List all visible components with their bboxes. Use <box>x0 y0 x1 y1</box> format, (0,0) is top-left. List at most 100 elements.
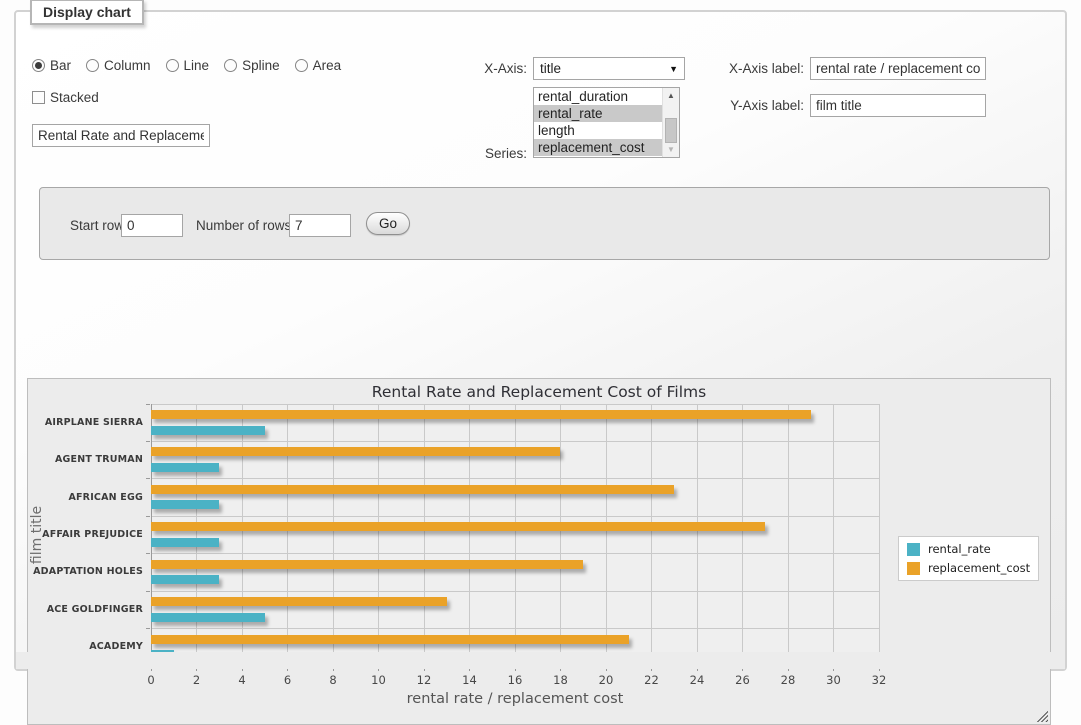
legend-label-rental_rate: rental_rate <box>928 542 991 556</box>
series-options: rental_durationrental_ratelengthreplacem… <box>534 88 662 156</box>
gridline-v <box>651 404 652 666</box>
gridline-v <box>378 404 379 666</box>
start-row-label: Start row: <box>70 218 128 233</box>
x-tick-label: 26 <box>723 673 763 687</box>
gridline-v <box>560 404 561 666</box>
bar-rental_rate <box>151 575 219 584</box>
stacked-row: Stacked <box>32 90 99 105</box>
radio-bar[interactable] <box>32 59 45 72</box>
resize-handle-icon[interactable] <box>1036 710 1048 722</box>
gridline-v <box>469 404 470 666</box>
bar-rental_rate <box>151 463 219 472</box>
x-tick-label: 10 <box>359 673 399 687</box>
y-axis-tick <box>146 404 150 405</box>
radio-label-column: Column <box>104 58 151 73</box>
number-of-rows-input[interactable] <box>289 214 351 237</box>
x-tick-label: 16 <box>495 673 535 687</box>
series-listbox[interactable]: rental_durationrental_ratelengthreplacem… <box>533 87 680 158</box>
gridline-h <box>151 553 879 554</box>
scroll-up-icon[interactable]: ▲ <box>663 88 679 103</box>
x-axis-select-label: X-Axis: <box>436 61 527 76</box>
category-label: AIRPLANE SIERRA <box>31 417 143 428</box>
go-button[interactable]: Go <box>366 212 410 235</box>
x-tick-label: 28 <box>768 673 808 687</box>
bottom-strip <box>16 652 1065 669</box>
plot-area <box>151 404 879 666</box>
y-axis-label-label: Y-Axis label: <box>714 98 804 113</box>
gridline-h <box>151 404 879 405</box>
x-axis-label-input[interactable] <box>810 57 986 80</box>
x-tick-label: 18 <box>541 673 581 687</box>
gridline-h <box>151 478 879 479</box>
number-of-rows-label: Number of rows: <box>196 218 295 233</box>
x-tick-label: 24 <box>677 673 717 687</box>
chart-container: Rental Rate and Replacement Cost of Film… <box>27 378 1051 725</box>
radio-spline[interactable] <box>224 59 237 72</box>
bar-replacement_cost <box>151 597 447 606</box>
gridline-v <box>424 404 425 666</box>
x-axis-select[interactable]: title ▼ <box>533 57 685 80</box>
y-axis-tick <box>146 553 150 554</box>
x-axis-title: rental rate / replacement cost <box>151 691 879 707</box>
category-label: ADAPTATION HOLES <box>31 566 143 577</box>
series-list-scrollbar[interactable]: ▲ ▼ <box>662 88 679 157</box>
category-label: AFFAIR PREJUDICE <box>31 529 143 540</box>
category-label: AGENT TRUMAN <box>31 454 143 465</box>
start-row-input[interactable] <box>121 214 183 237</box>
gridline-h <box>151 441 879 442</box>
x-tick-label: 22 <box>632 673 672 687</box>
x-tick-label: 6 <box>268 673 308 687</box>
chart-type-option-bar[interactable]: Bar <box>32 58 71 73</box>
series-option-rental_rate[interactable]: rental_rate <box>534 105 662 122</box>
scroll-down-icon[interactable]: ▼ <box>663 142 679 157</box>
x-axis-label-label: X-Axis label: <box>714 61 804 76</box>
series-option-rental_duration[interactable]: rental_duration <box>534 88 662 105</box>
radio-line[interactable] <box>166 59 179 72</box>
legend-label-replacement_cost: replacement_cost <box>928 561 1030 575</box>
chart-type-option-column[interactable]: Column <box>86 58 151 73</box>
chart-type-option-spline[interactable]: Spline <box>224 58 280 73</box>
gridline-v <box>697 404 698 666</box>
scrollbar-thumb[interactable] <box>665 118 677 143</box>
stacked-checkbox[interactable] <box>32 91 45 104</box>
radio-column[interactable] <box>86 59 99 72</box>
chart-legend: rental_rate replacement_cost <box>898 536 1039 581</box>
radio-label-bar: Bar <box>50 58 71 73</box>
legend-item-rental_rate: rental_rate <box>907 542 1030 556</box>
bar-rental_rate <box>151 500 219 509</box>
select-dropdown-icon: ▼ <box>669 64 678 74</box>
y-axis-tick <box>146 516 150 517</box>
display-chart-fieldset: Display chart BarColumnLineSplineArea St… <box>14 10 1067 671</box>
radio-label-spline: Spline <box>242 58 280 73</box>
chart-title-input[interactable] <box>32 124 210 147</box>
y-axis-label-input[interactable] <box>810 94 986 117</box>
x-tick-label: 32 <box>859 673 899 687</box>
bar-rental_rate <box>151 538 219 547</box>
radio-area[interactable] <box>295 59 308 72</box>
fieldset-legend: Display chart <box>30 0 144 25</box>
gridline-h <box>151 591 879 592</box>
gridline-v <box>606 404 607 666</box>
gridline-v <box>879 404 880 666</box>
legend-swatch-replacement_cost <box>907 562 920 575</box>
gridline-h <box>151 516 879 517</box>
legend-item-replacement_cost: replacement_cost <box>907 561 1030 575</box>
chart-type-option-area[interactable]: Area <box>295 58 342 73</box>
bar-replacement_cost <box>151 485 674 494</box>
x-tick-label: 20 <box>586 673 626 687</box>
stacked-label: Stacked <box>50 90 99 105</box>
bar-replacement_cost <box>151 447 560 456</box>
series-option-length[interactable]: length <box>534 122 662 139</box>
x-tick-label: 0 <box>131 673 171 687</box>
gridline-v <box>287 404 288 666</box>
category-label: AFRICAN EGG <box>31 492 143 503</box>
series-option-replacement_cost[interactable]: replacement_cost <box>534 139 662 156</box>
y-axis-line <box>151 404 152 666</box>
y-axis-tick <box>146 478 150 479</box>
gridline-h <box>151 628 879 629</box>
radio-label-line: Line <box>184 58 210 73</box>
category-label: ACE GOLDFINGER <box>31 604 143 615</box>
bar-rental_rate <box>151 426 265 435</box>
chart-type-radios: Bar Column Line Spline Area <box>32 58 341 73</box>
chart-type-option-line[interactable]: Line <box>166 58 210 73</box>
